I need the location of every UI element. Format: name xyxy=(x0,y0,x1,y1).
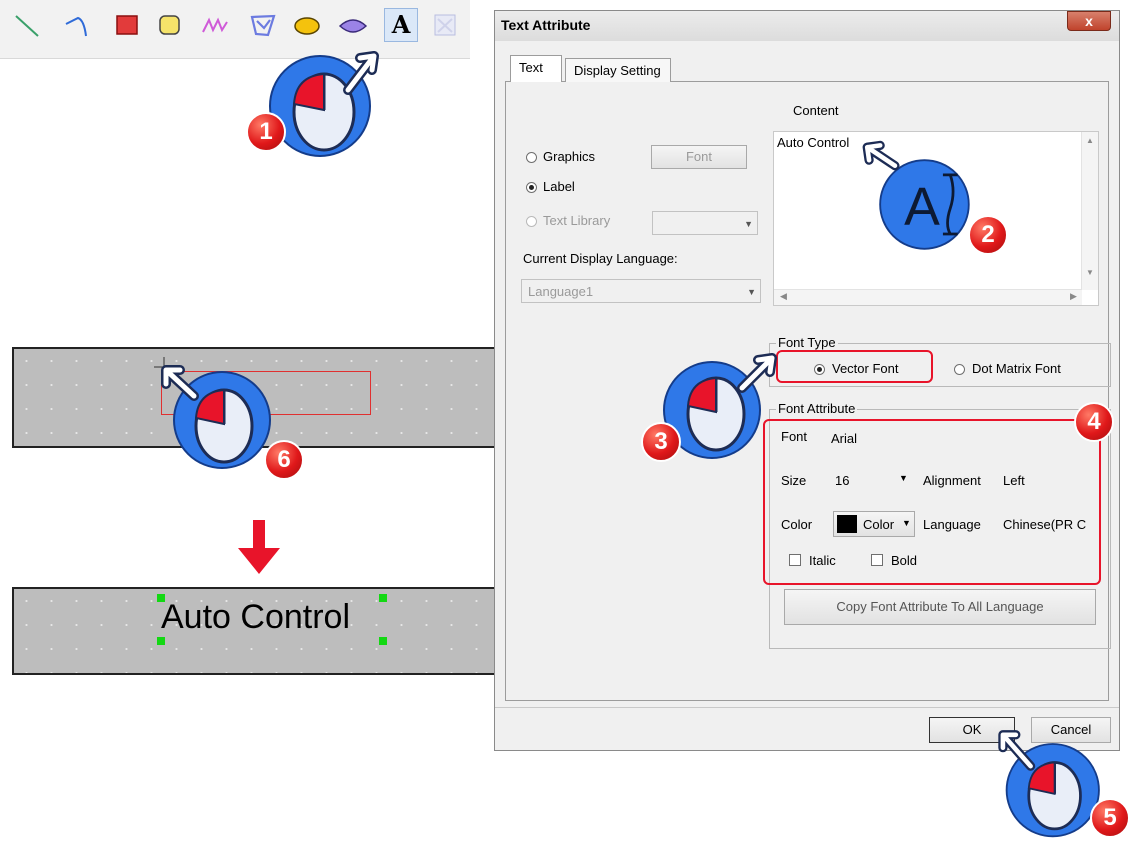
step-badge: 1 xyxy=(246,112,286,152)
diamond-tool-button[interactable] xyxy=(336,8,370,42)
step-badge: 4 xyxy=(1074,402,1114,442)
ellipse-icon xyxy=(294,17,320,35)
graphics-label: Graphics xyxy=(543,149,596,164)
scroll-right-icon[interactable]: ▶ xyxy=(1070,291,1077,302)
step-badge: 2 xyxy=(968,215,1008,255)
close-button[interactable]: x xyxy=(1067,11,1111,31)
wave-icon xyxy=(202,17,228,33)
diamond-icon xyxy=(338,19,368,33)
rectangle-tool-button[interactable] xyxy=(110,8,144,42)
resize-handle[interactable] xyxy=(379,637,387,645)
tab-display-setting[interactable]: Display Setting xyxy=(565,58,671,82)
chevron-down-icon: ▼ xyxy=(747,287,756,297)
mouse-click-marker xyxy=(161,365,271,469)
text-tool-button[interactable]: A xyxy=(384,8,418,42)
label-radio[interactable] xyxy=(526,182,537,193)
step-badge: 5 xyxy=(1090,798,1130,838)
text-attribute-dialog: Text Attribute x Text Display Setting Co… xyxy=(494,10,1120,751)
rounded-rectangle-icon xyxy=(159,15,180,35)
polygon-tool-button[interactable] xyxy=(246,8,280,42)
text-library-radio[interactable] xyxy=(526,216,537,227)
display-language-value: Language1 xyxy=(528,284,594,299)
text-cursor-marker: A xyxy=(862,140,970,250)
freehand-tool-button[interactable] xyxy=(198,8,232,42)
scroll-down-icon[interactable]: ▼ xyxy=(1086,268,1094,277)
graphics-radio[interactable] xyxy=(526,152,537,163)
divider xyxy=(495,707,1119,708)
dot-matrix-font-radio[interactable] xyxy=(954,364,965,375)
step-badge: 3 xyxy=(641,422,681,462)
dot-matrix-font-label: Dot Matrix Font xyxy=(972,361,1061,376)
label-label: Label xyxy=(543,179,575,194)
text-cursor-glyph: A xyxy=(904,178,940,237)
arrow-down-icon xyxy=(238,520,280,574)
tab-text[interactable]: Text xyxy=(510,55,562,82)
rounded-rect-tool-button[interactable] xyxy=(152,8,186,42)
font-attribute-title: Font Attribute xyxy=(776,401,858,416)
polyline-tool-button[interactable] xyxy=(60,8,94,42)
drawing-toolbar: A xyxy=(0,0,470,59)
text-library-label: Text Library xyxy=(543,213,611,228)
rectangle-icon xyxy=(116,15,138,35)
disabled-tool-button xyxy=(428,8,462,42)
ellipse-tool-button[interactable] xyxy=(290,8,324,42)
vertical-scrollbar[interactable]: ▲ ▼ xyxy=(1081,132,1098,290)
text-library-select[interactable]: ▼ xyxy=(652,211,758,235)
display-language-select[interactable]: Language1 ▼ xyxy=(521,279,761,303)
polygon-icon xyxy=(250,14,276,37)
font-button[interactable]: Font xyxy=(651,145,747,169)
step-badge: 6 xyxy=(264,440,304,480)
arc-icon xyxy=(65,16,87,37)
text-object[interactable]: Auto Control xyxy=(161,597,350,637)
dialog-title: Text Attribute xyxy=(501,17,591,33)
content-value: Auto Control xyxy=(777,135,850,150)
text-tool-label: A xyxy=(391,10,411,39)
line-tool-button[interactable] xyxy=(10,8,44,42)
scroll-up-icon[interactable]: ▲ xyxy=(1086,136,1094,145)
content-label: Content xyxy=(793,103,839,118)
chevron-down-icon: ▼ xyxy=(744,219,753,229)
font-type-title: Font Type xyxy=(776,335,838,350)
line-icon xyxy=(15,15,39,37)
resize-handle[interactable] xyxy=(379,594,387,602)
horizontal-scrollbar[interactable]: ◀ ▶ xyxy=(774,289,1082,305)
vector-font-highlight xyxy=(776,350,933,383)
dialog-titlebar[interactable]: Text Attribute x xyxy=(495,11,1119,41)
copy-font-attribute-button[interactable]: Copy Font Attribute To All Language xyxy=(784,589,1096,625)
scroll-left-icon[interactable]: ◀ xyxy=(780,291,787,302)
current-display-language-label: Current Display Language: xyxy=(523,251,678,266)
resize-handle[interactable] xyxy=(157,637,165,645)
resize-handle[interactable] xyxy=(157,594,165,602)
canvas-after[interactable]: Auto Control xyxy=(12,587,525,675)
disabled-image-icon xyxy=(434,14,456,36)
font-attribute-highlight xyxy=(763,419,1101,585)
